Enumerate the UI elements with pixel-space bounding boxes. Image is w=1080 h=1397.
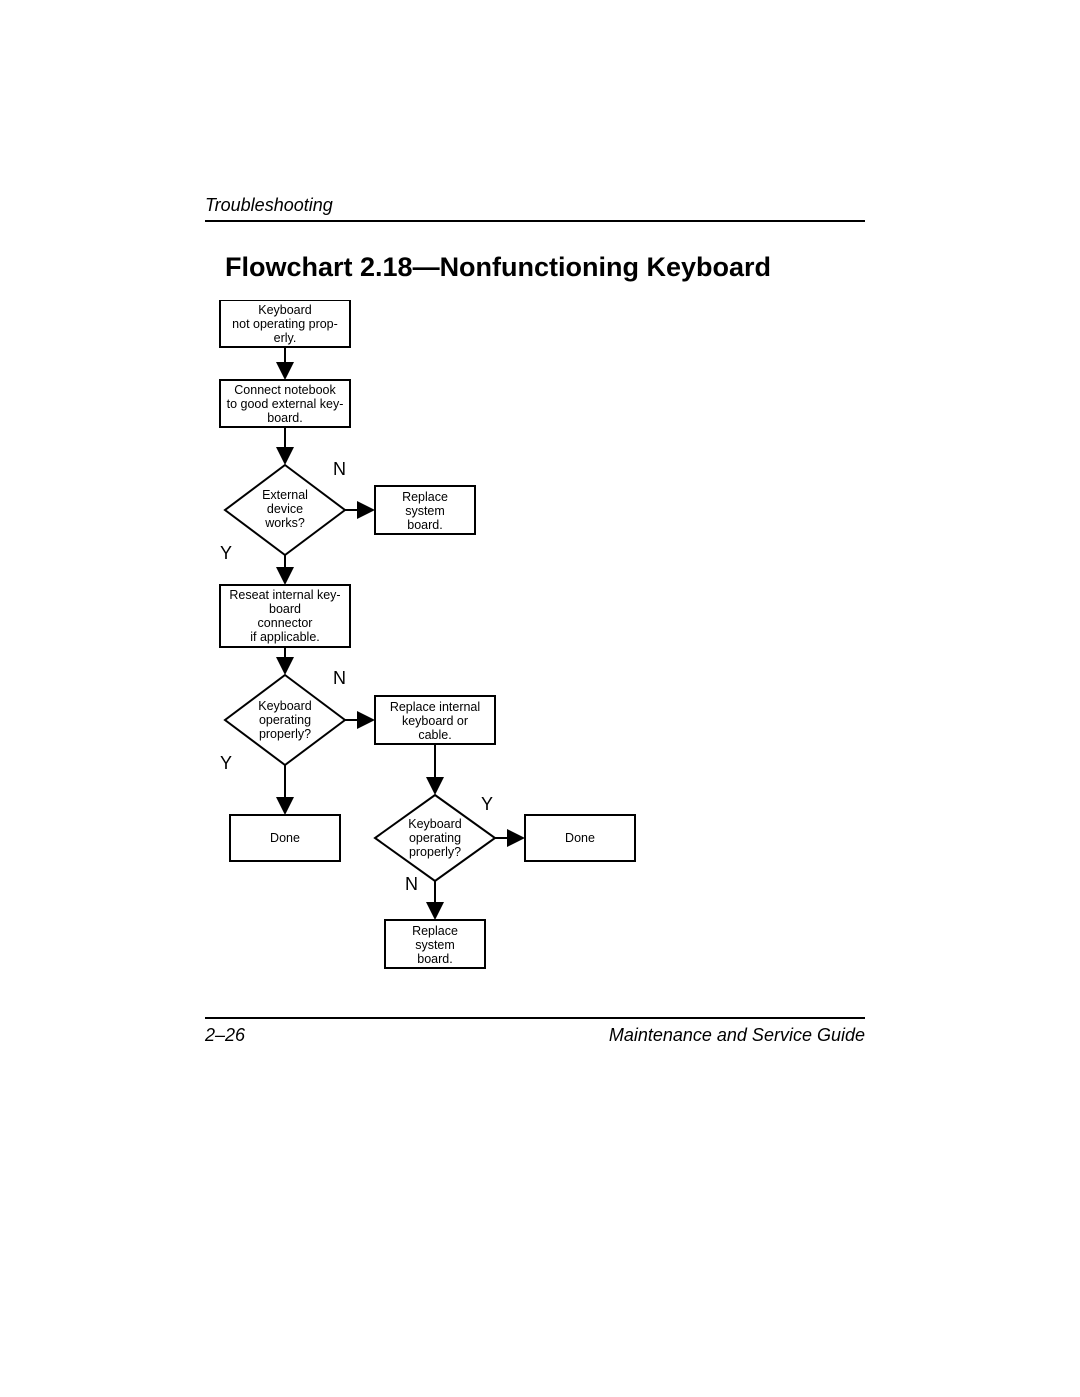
node-kbop1-l1: Keyboard	[258, 699, 312, 713]
node-kbop1-l2: operating	[259, 713, 311, 727]
node-start-l3: erly.	[274, 331, 297, 345]
node-replint-l3: cable.	[418, 728, 451, 742]
node-replsys1-l2: system	[405, 504, 445, 518]
node-replsys1-l1: Replace	[402, 490, 448, 504]
node-start-l2: not operating prop-	[232, 317, 338, 331]
node-kbop2-l3: properly?	[409, 845, 461, 859]
label-y-3: Y	[481, 794, 493, 814]
label-y-2: Y	[220, 753, 232, 773]
node-done2: Done	[565, 831, 595, 845]
node-replsys2-l3: board.	[417, 952, 452, 966]
node-replsys2-l1: Replace	[412, 924, 458, 938]
node-reseat-l3: connector	[258, 616, 313, 630]
node-kbop2-l1: Keyboard	[408, 817, 462, 831]
node-start-l1: Keyboard	[258, 303, 312, 317]
node-extworks-l3: works?	[264, 516, 305, 530]
node-kbop1-l3: properly?	[259, 727, 311, 741]
label-n-1: N	[333, 459, 346, 479]
label-n-3: N	[405, 874, 418, 894]
node-connect-l1: Connect notebook	[234, 383, 336, 397]
label-y-1: Y	[220, 543, 232, 563]
node-connect-l3: board.	[267, 411, 302, 425]
node-connect-l2: to good external key-	[227, 397, 344, 411]
node-replsys1-l3: board.	[407, 518, 442, 532]
node-replint-l2: keyboard or	[402, 714, 468, 728]
footer-doc-title: Maintenance and Service Guide	[609, 1025, 865, 1046]
node-extworks-l1: External	[262, 488, 308, 502]
page-footer: 2–26 Maintenance and Service Guide	[205, 1017, 865, 1046]
flowchart-svg: Keyboard not operating prop- erly. Conne…	[205, 300, 665, 1000]
label-n-2: N	[333, 668, 346, 688]
node-replsys2-l2: system	[415, 938, 455, 952]
node-extworks-l2: device	[267, 502, 303, 516]
flowchart-title: Flowchart 2.18—Nonfunctioning Keyboard	[225, 252, 771, 283]
footer-page-number: 2–26	[205, 1025, 245, 1046]
node-replint-l1: Replace internal	[390, 700, 480, 714]
node-reseat-l4: if applicable.	[250, 630, 320, 644]
node-kbop2-l2: operating	[409, 831, 461, 845]
node-done1: Done	[270, 831, 300, 845]
section-header: Troubleshooting	[205, 195, 865, 222]
node-reseat-l1: Reseat internal key-	[229, 588, 340, 602]
node-reseat-l2: board	[269, 602, 301, 616]
